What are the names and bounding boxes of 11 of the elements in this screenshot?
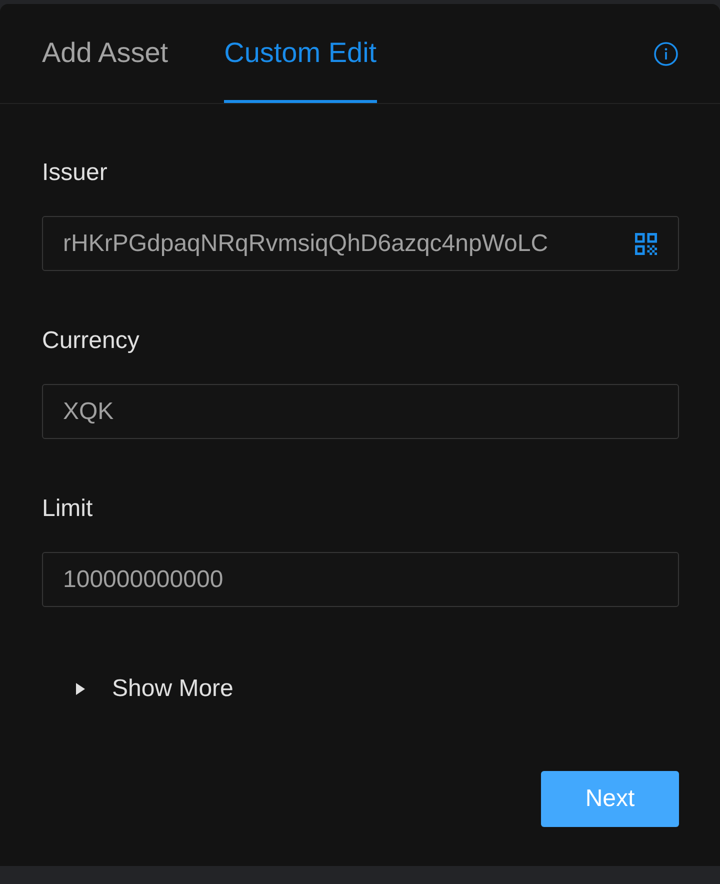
field-label: Currency (42, 326, 140, 356)
field-label: Issuer (42, 158, 108, 188)
info-icon[interactable] (654, 42, 678, 66)
input-field[interactable]: XQK (42, 384, 679, 439)
qr-code-icon[interactable] (635, 232, 657, 254)
tab[interactable]: Custom Edit (224, 4, 377, 103)
input-field[interactable]: 100000000000 (42, 552, 679, 607)
field-label: Limit (42, 494, 93, 524)
input-field[interactable]: rHKrPGdpaqNRqRvmsiqQhD6azqc4npWoLC (42, 216, 679, 271)
show-more-toggle[interactable]: Show More (76, 674, 234, 704)
tab[interactable]: Add Asset (42, 4, 168, 103)
